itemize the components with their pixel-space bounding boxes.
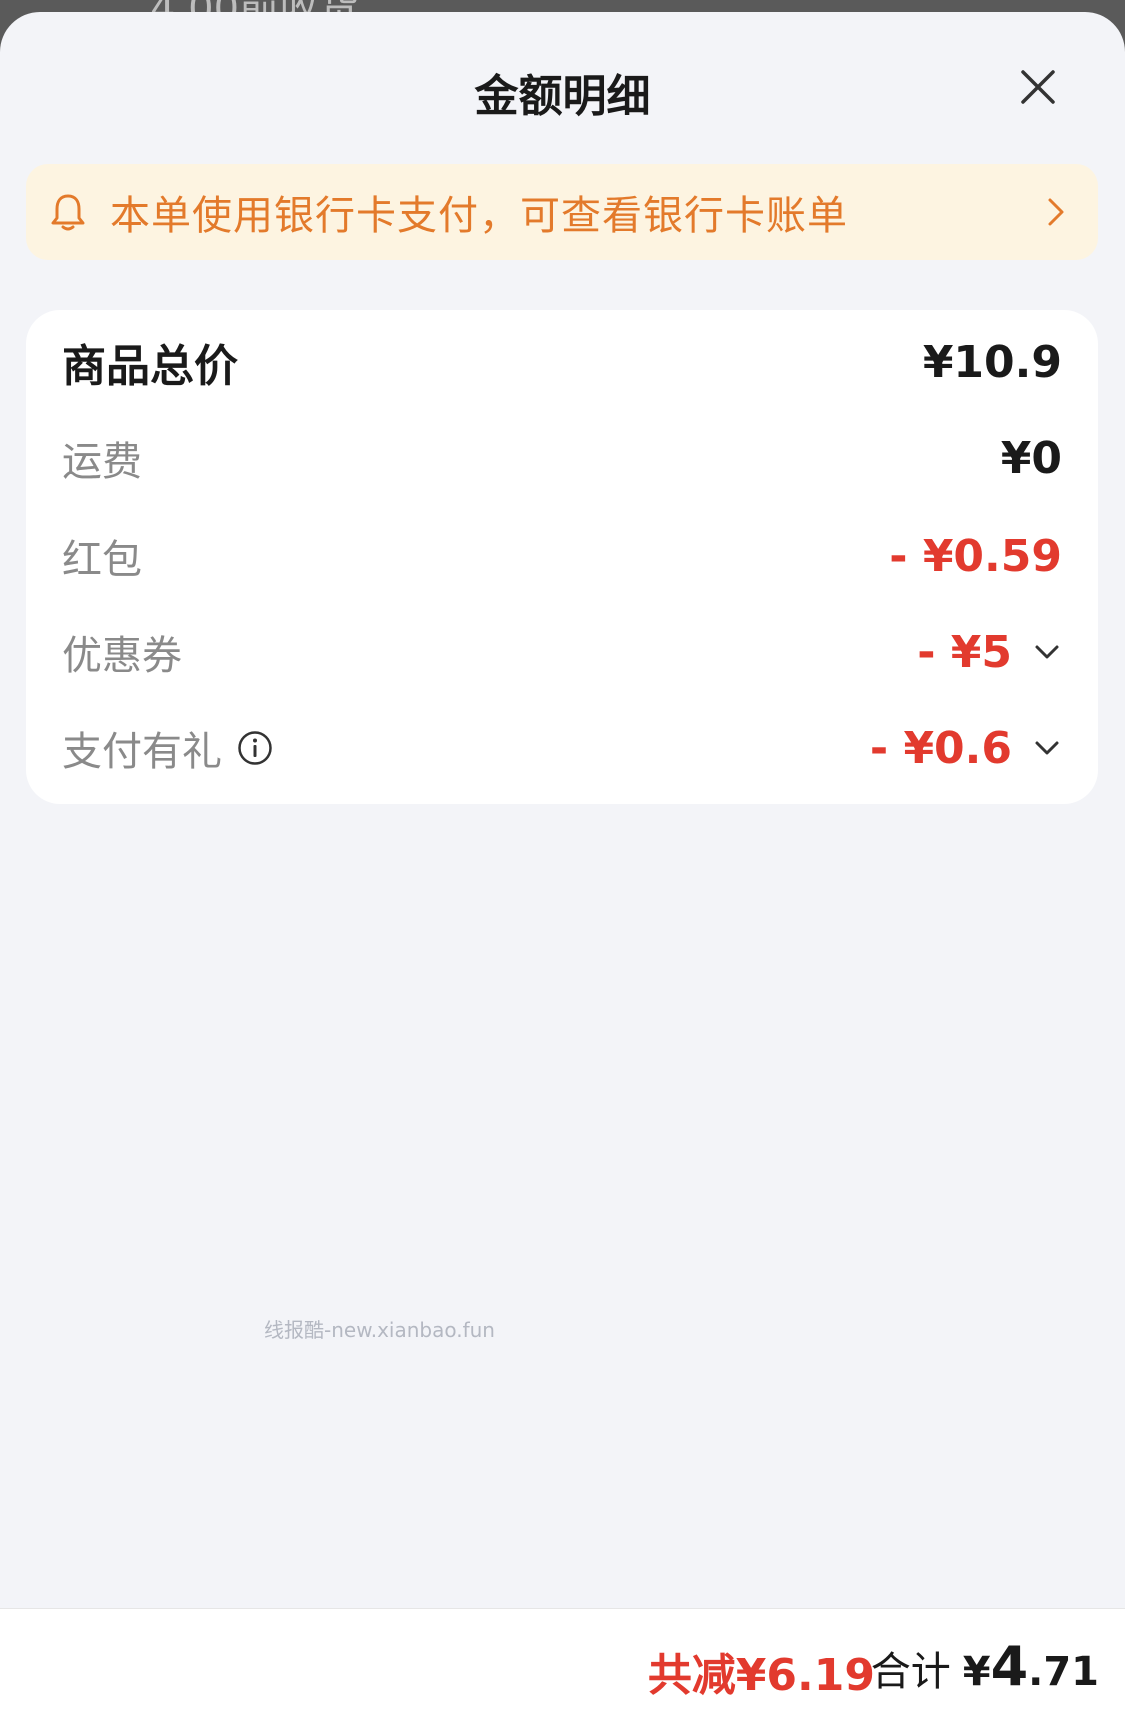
close-button[interactable] [1013, 62, 1063, 112]
total-savings: 共减¥6.19 [647, 1650, 875, 1701]
watermark-text: 线报酷-new.xianbao.fun [264, 1318, 495, 1342]
row-red-packet: 红包 - ¥0.59 [62, 526, 1062, 586]
row-value: - ¥0.59 [889, 530, 1062, 582]
row-value-wrap: - ¥5 [917, 627, 1062, 678]
total-amount-integer: 4 [990, 1635, 1029, 1698]
row-value: - ¥0.6 [869, 722, 1012, 774]
row-goods-total: 商品总价 ¥10.9 [62, 332, 1062, 393]
row-coupon[interactable]: 优惠券 - ¥5 [62, 622, 1062, 682]
total-currency: ¥ [962, 1649, 991, 1695]
chevron-down-icon[interactable] [1032, 637, 1062, 667]
chevron-down-icon[interactable] [1032, 733, 1062, 763]
chevron-right-icon [1042, 192, 1070, 232]
total-label: 合计 [870, 1649, 951, 1695]
notice-text: 本单使用银行卡支付，可查看银行卡账单 [110, 193, 848, 239]
summary-footer: 共减¥6.19 合计 ¥ 4 .71 [0, 1608, 1125, 1717]
info-icon[interactable] [236, 729, 274, 767]
grand-total: 合计 ¥ 4 .71 [871, 1635, 1099, 1698]
row-label: 运费 [62, 439, 142, 485]
row-value-wrap: - ¥0.6 [870, 723, 1062, 774]
row-value: ¥10.9 [922, 336, 1062, 388]
row-label: 商品总价 [62, 341, 238, 392]
sheet-title: 金额明细 [474, 71, 651, 122]
row-value: ¥0 [1000, 432, 1062, 484]
amount-detail-sheet: 金额明细 本单使用银行卡支付，可查看银行卡账单 商品总价 ¥10.9 运费 ¥0… [0, 12, 1125, 1716]
row-label: 优惠券 [62, 633, 182, 679]
bank-card-notice[interactable]: 本单使用银行卡支付，可查看银行卡账单 [26, 164, 1098, 260]
row-label: 红包 [62, 537, 142, 583]
row-label-wrap: 支付有礼 [62, 719, 274, 777]
row-label: 支付有礼 [62, 729, 222, 775]
amount-breakdown-card: 商品总价 ¥10.9 运费 ¥0 红包 - ¥0.59 优惠券 - ¥5 支付有… [26, 310, 1098, 804]
bell-icon [48, 192, 88, 232]
sheet-header: 金额明细 [0, 12, 1125, 162]
close-icon [1021, 70, 1055, 104]
row-shipping: 运费 ¥0 [62, 428, 1062, 488]
total-amount-decimal: .71 [1028, 1649, 1099, 1695]
row-value: - ¥5 [917, 626, 1012, 678]
row-payment-gift[interactable]: 支付有礼 - ¥0.6 [62, 718, 1062, 778]
